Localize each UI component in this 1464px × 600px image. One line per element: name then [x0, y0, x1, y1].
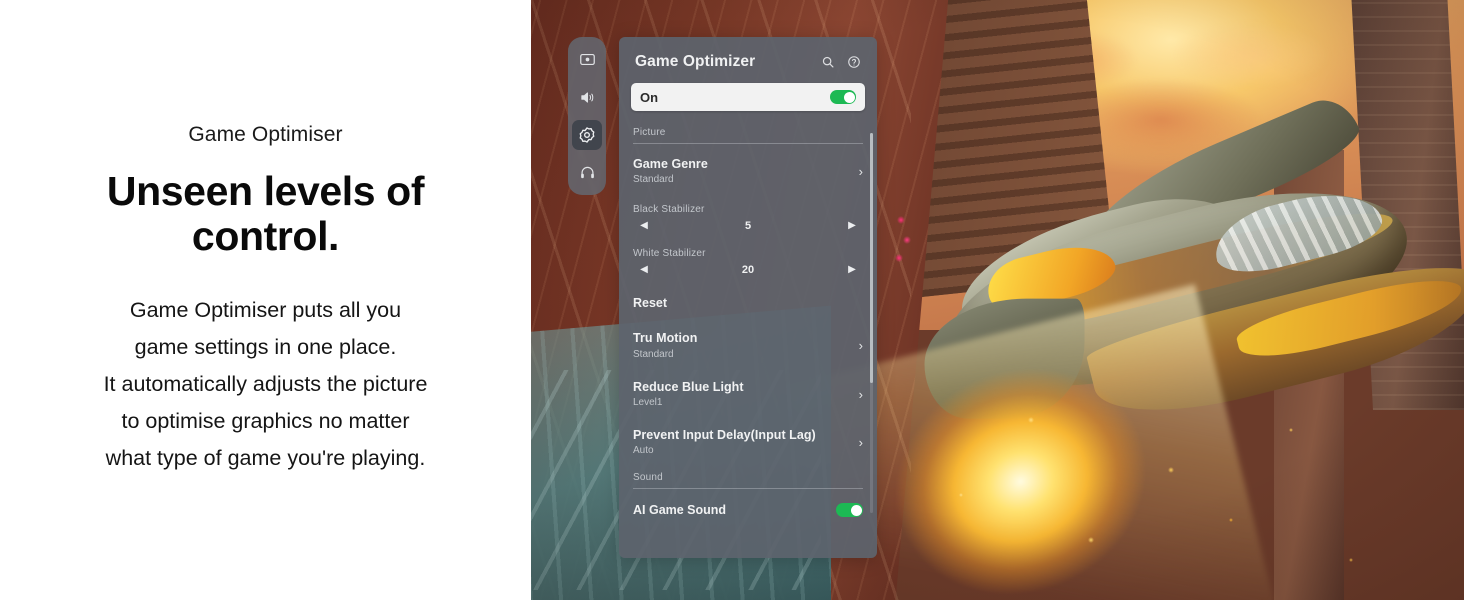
help-icon[interactable] — [847, 55, 861, 69]
panel-header: Game Optimizer — [619, 37, 877, 83]
chevron-right-icon: › — [858, 338, 863, 354]
stepper-controls: ◀ 20 ▶ — [633, 261, 863, 283]
menu-item-value: Level1 — [633, 396, 663, 408]
menu-item-title: Prevent Input Delay(Input Lag) — [633, 427, 816, 442]
power-toggle[interactable] — [830, 90, 856, 104]
rail-item-sound[interactable] — [572, 82, 602, 112]
search-icon[interactable] — [821, 55, 835, 69]
chevron-right-icon: › — [858, 386, 863, 402]
menu-item-value: Auto — [633, 445, 654, 456]
page-title: Unseen levels of control. — [106, 168, 425, 259]
ai-game-sound-toggle[interactable] — [836, 503, 863, 517]
stepper-decrement-icon[interactable]: ◀ — [637, 265, 651, 275]
panel-body: Picture Game Genre Standard › Black Stab… — [619, 121, 877, 528]
menu-item-reduce-blue-light[interactable]: Reduce Blue Light Level1 › — [633, 370, 863, 418]
stepper-value: 5 — [744, 220, 752, 233]
stepper-increment-icon[interactable]: ▶ — [845, 265, 859, 275]
menu-item-title: Reset — [633, 296, 668, 311]
menu-item-reset[interactable]: Reset — [633, 283, 863, 321]
chevron-right-icon: › — [858, 434, 863, 450]
rail-item-game-optimizer[interactable] — [572, 119, 602, 150]
menu-item-title: Tru Motion — [633, 331, 698, 346]
body-copy: Game Optimiser puts all you game setting… — [103, 297, 428, 470]
panel-scrollbar[interactable] — [870, 133, 873, 513]
section-header-picture: Picture — [633, 121, 863, 144]
gear-icon — [578, 126, 596, 144]
stepper-label: Black Stabilizer — [633, 204, 705, 216]
panel-title: Game Optimizer — [635, 53, 756, 70]
rail-item-audio-output[interactable] — [572, 157, 602, 187]
game-optimizer-power-row[interactable]: On — [631, 83, 865, 111]
chevron-right-icon: › — [858, 164, 863, 180]
stepper-white-stabilizer: White Stabilizer ◀ 20 ▶ — [633, 239, 863, 283]
menu-item-texts: Game Genre Standard — [633, 157, 853, 186]
eyebrow-label: Game Optimiser — [188, 123, 343, 147]
toggle-knob — [850, 504, 862, 516]
menu-item-ai-game-sound[interactable]: AI Game Sound — [633, 492, 863, 528]
headphones-icon — [579, 164, 596, 181]
tv-screen-image: Game Optimizer On Picture Game Genre Sta… — [531, 0, 1464, 600]
menu-item-texts: Reduce Blue Light Level1 — [633, 380, 853, 409]
stepper-controls: ◀ 5 ▶ — [633, 217, 863, 239]
menu-item-game-genre[interactable]: Game Genre Standard › — [633, 147, 863, 195]
game-optimizer-panel: Game Optimizer On Picture Game Genre Sta… — [619, 37, 877, 558]
rail-item-display[interactable] — [572, 45, 602, 75]
menu-item-title: AI Game Sound — [633, 503, 727, 517]
stepper-decrement-icon[interactable]: ◀ — [637, 221, 651, 231]
promo-page: Game Optimiser Unseen levels of control.… — [0, 0, 1464, 600]
menu-item-texts: Tru Motion Standard — [633, 331, 853, 360]
panel-header-icons — [821, 55, 861, 69]
stepper-value: 20 — [741, 264, 755, 277]
menu-item-tru-motion[interactable]: Tru Motion Standard › — [633, 321, 863, 369]
power-label: On — [640, 89, 659, 105]
toggle-knob — [843, 91, 855, 103]
menu-item-title: Reduce Blue Light — [633, 379, 744, 394]
section-header-sound: Sound — [633, 466, 863, 489]
display-icon — [579, 51, 596, 68]
menu-item-title: Game Genre — [633, 157, 708, 171]
scrollbar-thumb[interactable] — [870, 133, 873, 383]
menu-item-prevent-input-delay[interactable]: Prevent Input Delay(Input Lag) Auto › — [633, 418, 863, 466]
menu-item-value: Standard — [633, 348, 674, 360]
stepper-label: White Stabilizer — [633, 248, 706, 260]
marketing-text-pane: Game Optimiser Unseen levels of control.… — [0, 0, 531, 600]
settings-icon-rail — [568, 37, 606, 195]
stepper-increment-icon[interactable]: ▶ — [845, 221, 859, 231]
menu-item-texts: Prevent Input Delay(Input Lag) Auto — [633, 428, 853, 457]
stepper-black-stabilizer: Black Stabilizer ◀ 5 ▶ — [633, 195, 863, 239]
menu-item-value: Standard — [633, 174, 674, 186]
speaker-icon — [579, 89, 596, 106]
